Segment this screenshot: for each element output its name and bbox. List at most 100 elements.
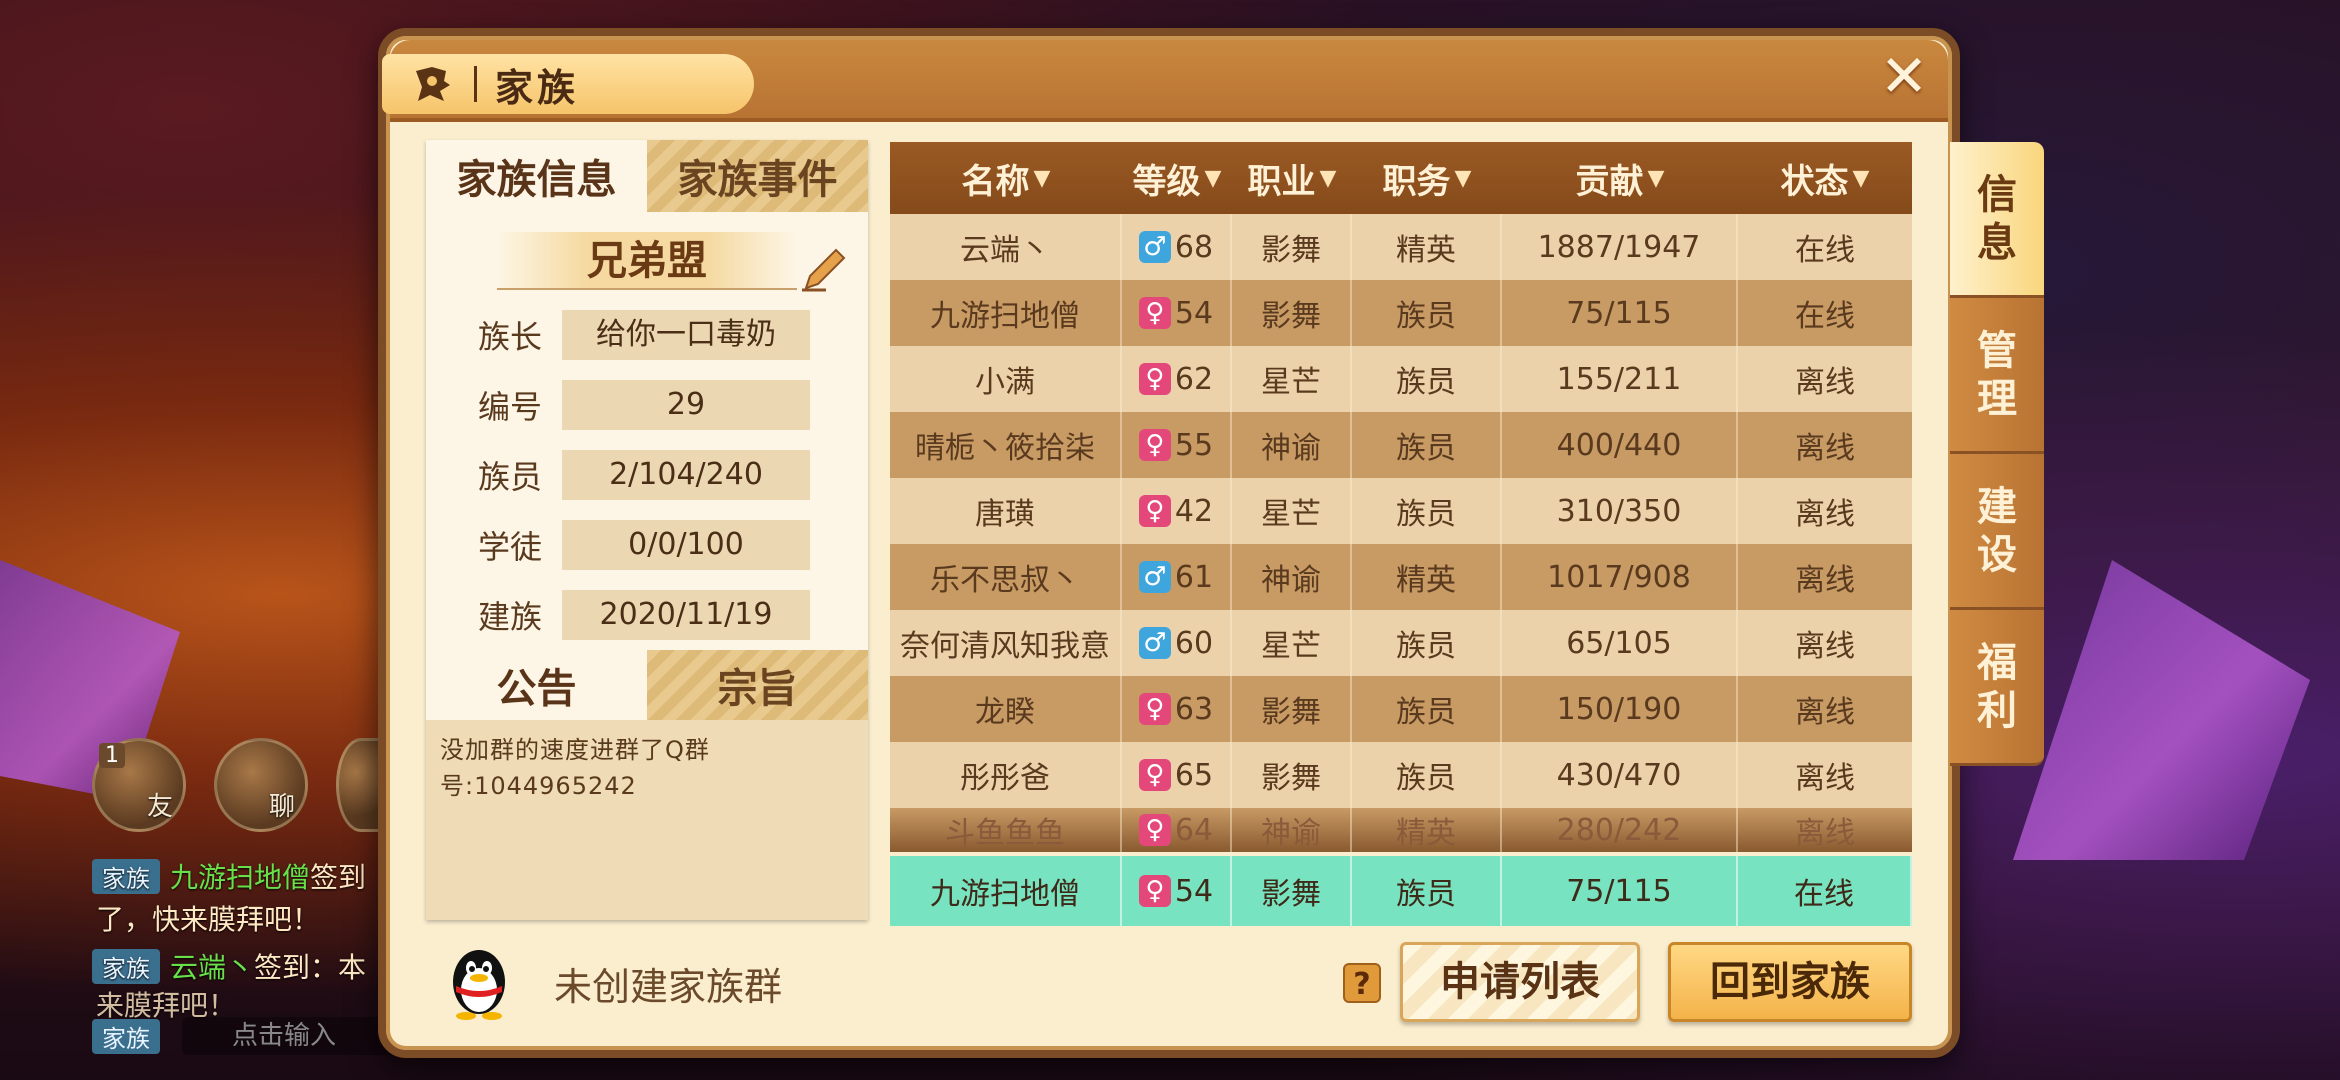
sort-arrow-icon: ▼ bbox=[1033, 165, 1051, 191]
sort-header-contribution[interactable]: 贡献 ▼ bbox=[1502, 142, 1738, 214]
member-rank-cell: 精英 bbox=[1352, 214, 1502, 280]
title-separator bbox=[474, 66, 477, 102]
member-status: 在线 bbox=[1795, 299, 1855, 334]
female-icon: ♀ bbox=[1138, 693, 1171, 725]
sort-header-rank[interactable]: 职务 ▼ bbox=[1352, 142, 1502, 214]
table-row[interactable]: 彤彤爸 ♀ 65 影舞 族员 430/470 离线 bbox=[890, 742, 1912, 808]
panel-header: 家族 ✕ bbox=[382, 40, 1948, 122]
help-button[interactable]: ? bbox=[1343, 963, 1381, 1003]
member-table: 名称 ▼ 等级 ▼ 职业 ▼ 职务 ▼ 贡献 ▼ 状态 ▼ 云端丶 ♂ 68 影舞 精英 1887/1… bbox=[890, 142, 1912, 926]
member-status-cell: 在线 bbox=[1738, 280, 1912, 346]
info-row-members: 族员 2/104/240 bbox=[426, 440, 868, 510]
member-job: 影舞 bbox=[1261, 877, 1321, 912]
member-status-cell: 离线 bbox=[1738, 676, 1912, 742]
member-status-cell: 离线 bbox=[1738, 412, 1912, 478]
member-status: 离线 bbox=[1795, 563, 1855, 598]
table-header: 名称 ▼ 等级 ▼ 职业 ▼ 职务 ▼ 贡献 ▼ 状态 ▼ bbox=[890, 142, 1912, 214]
info-value: 29 bbox=[562, 380, 810, 430]
member-contribution: 65/105 bbox=[1566, 625, 1672, 661]
close-button[interactable]: ✕ bbox=[1874, 46, 1934, 106]
member-job: 影舞 bbox=[1261, 299, 1321, 334]
member-name-cell: 龙睽 bbox=[890, 676, 1122, 742]
self-member-row[interactable]: 九游扫地僧 ♀ 54 影舞 族员 75/115 在线 bbox=[890, 856, 1912, 926]
member-level: 63 bbox=[1174, 691, 1214, 727]
member-level-cell: ♀ 54 bbox=[1122, 856, 1232, 926]
application-list-button[interactable]: 申请列表 bbox=[1400, 942, 1640, 1022]
member-contribution-cell: 75/115 bbox=[1502, 280, 1738, 346]
chat-channel-selector[interactable]: 家族 bbox=[92, 1018, 160, 1054]
table-row[interactable]: 九游扫地僧 ♀ 54 影舞 族员 75/115 在线 bbox=[890, 280, 1912, 346]
tab-clan-info[interactable]: 家族信息 bbox=[426, 140, 647, 212]
member-contribution-cell: 280/242 bbox=[1502, 808, 1738, 852]
table-row[interactable]: 龙睽 ♀ 63 影舞 族员 150/190 离线 bbox=[890, 676, 1912, 742]
member-contribution: 400/440 bbox=[1556, 427, 1682, 463]
member-rank: 精英 bbox=[1396, 563, 1456, 598]
table-row[interactable]: 云端丶 ♂ 68 影舞 精英 1887/1947 在线 bbox=[890, 214, 1912, 280]
table-row[interactable]: 乐不思叔丶 ♂ 61 神谕 精英 1017/908 离线 bbox=[890, 544, 1912, 610]
table-row[interactable]: 晴栀丶筱拾柒 ♀ 55 神谕 族员 400/440 离线 bbox=[890, 412, 1912, 478]
member-name-cell: 小满 bbox=[890, 346, 1122, 412]
member-rank: 族员 bbox=[1396, 629, 1456, 664]
member-rank-cell: 族员 bbox=[1352, 412, 1502, 478]
chat-line: 家族 九游扫地僧签到 bbox=[92, 856, 366, 896]
sort-arrow-icon: ▼ bbox=[1454, 165, 1472, 191]
member-rank-cell: 族员 bbox=[1352, 478, 1502, 544]
member-name-cell: 晴栀丶筱拾柒 bbox=[890, 412, 1122, 478]
member-contribution-cell: 400/440 bbox=[1502, 412, 1738, 478]
chat-player-name[interactable]: 九游扫地僧 bbox=[170, 861, 310, 894]
header-label: 贡献 bbox=[1575, 161, 1644, 202]
member-contribution: 150/190 bbox=[1556, 691, 1682, 727]
member-level: 55 bbox=[1174, 427, 1214, 463]
tab-purpose[interactable]: 宗旨 bbox=[647, 650, 868, 720]
chat-text: 签到 bbox=[310, 861, 367, 894]
member-job-cell: 星芒 bbox=[1232, 610, 1352, 676]
side-tab-welfare[interactable]: 福利 bbox=[1950, 610, 2044, 766]
member-contribution: 310/350 bbox=[1556, 493, 1682, 529]
member-rank-cell: 族员 bbox=[1352, 610, 1502, 676]
friends-button[interactable]: 1 友 bbox=[92, 738, 186, 832]
member-name: 奈何清风知我意 bbox=[900, 629, 1110, 664]
member-job: 神谕 bbox=[1261, 431, 1321, 466]
chat-button[interactable]: 聊 bbox=[214, 738, 308, 832]
member-contribution: 430/470 bbox=[1556, 757, 1682, 793]
tab-announcement[interactable]: 公告 bbox=[426, 650, 647, 720]
member-name-cell: 奈何清风知我意 bbox=[890, 610, 1122, 676]
member-contribution: 1887/1947 bbox=[1537, 229, 1701, 265]
side-tab-info[interactable]: 信息 bbox=[1950, 142, 2044, 298]
tab-clan-events[interactable]: 家族事件 bbox=[647, 140, 868, 212]
side-tab-build[interactable]: 建设 bbox=[1950, 454, 2044, 610]
sort-header-name[interactable]: 名称 ▼ bbox=[890, 142, 1122, 214]
edit-icon[interactable] bbox=[796, 242, 850, 296]
member-contribution: 280/242 bbox=[1556, 812, 1682, 848]
table-row[interactable]: 奈何清风知我意 ♂ 60 星芒 族员 65/105 离线 bbox=[890, 610, 1912, 676]
chat-player-name[interactable]: 云端丶 bbox=[170, 951, 254, 984]
member-level: 64 bbox=[1174, 812, 1214, 848]
clan-info-body: 兄弟盟 族长 给你一口毒奶 编号 29 族员 2/104/240 学徒 0/0/… bbox=[426, 212, 868, 650]
header-label: 职务 bbox=[1382, 161, 1451, 202]
chat-text: 签到：本 bbox=[254, 951, 367, 984]
side-tab-char: 管 bbox=[1977, 327, 2017, 374]
side-tab-manage[interactable]: 管理 bbox=[1950, 298, 2044, 454]
member-level-cell: ♂ 68 bbox=[1122, 214, 1232, 280]
table-row[interactable]: 小满 ♀ 62 星芒 族员 155/211 离线 bbox=[890, 346, 1912, 412]
table-row[interactable]: 唐璜 ♀ 42 星芒 族员 310/350 离线 bbox=[890, 478, 1912, 544]
member-rank: 族员 bbox=[1396, 365, 1456, 400]
member-rows: 云端丶 ♂ 68 影舞 精英 1887/1947 在线 九游扫地僧 ♀ 54 影舞 族员 75/115 在… bbox=[890, 214, 1912, 852]
sort-header-status[interactable]: 状态 ▼ bbox=[1738, 142, 1912, 214]
member-name: 晴栀丶筱拾柒 bbox=[915, 431, 1095, 466]
return-to-clan-button[interactable]: 回到家族 bbox=[1668, 942, 1912, 1022]
sort-header-level[interactable]: 等级 ▼ bbox=[1122, 142, 1232, 214]
female-icon: ♀ bbox=[1138, 363, 1171, 395]
sort-header-job[interactable]: 职业 ▼ bbox=[1232, 142, 1352, 214]
table-row[interactable]: 斗鱼鱼鱼 ♀ 64 神谕 精英 280/242 离线 bbox=[890, 808, 1912, 852]
member-job-cell: 星芒 bbox=[1232, 346, 1352, 412]
side-tab-char: 息 bbox=[1977, 219, 2017, 266]
member-job: 影舞 bbox=[1261, 761, 1321, 796]
header-label: 状态 bbox=[1780, 161, 1849, 202]
info-label: 族长 bbox=[478, 318, 543, 356]
info-value: 0/0/100 bbox=[562, 520, 810, 570]
member-job: 神谕 bbox=[1261, 816, 1321, 851]
member-contribution: 155/211 bbox=[1556, 361, 1682, 397]
member-status: 离线 bbox=[1795, 629, 1855, 664]
clan-info-column: 家族信息 家族事件 兄弟盟 族长 给你一口毒奶 编号 29 族员 2/104/2… bbox=[426, 140, 868, 920]
